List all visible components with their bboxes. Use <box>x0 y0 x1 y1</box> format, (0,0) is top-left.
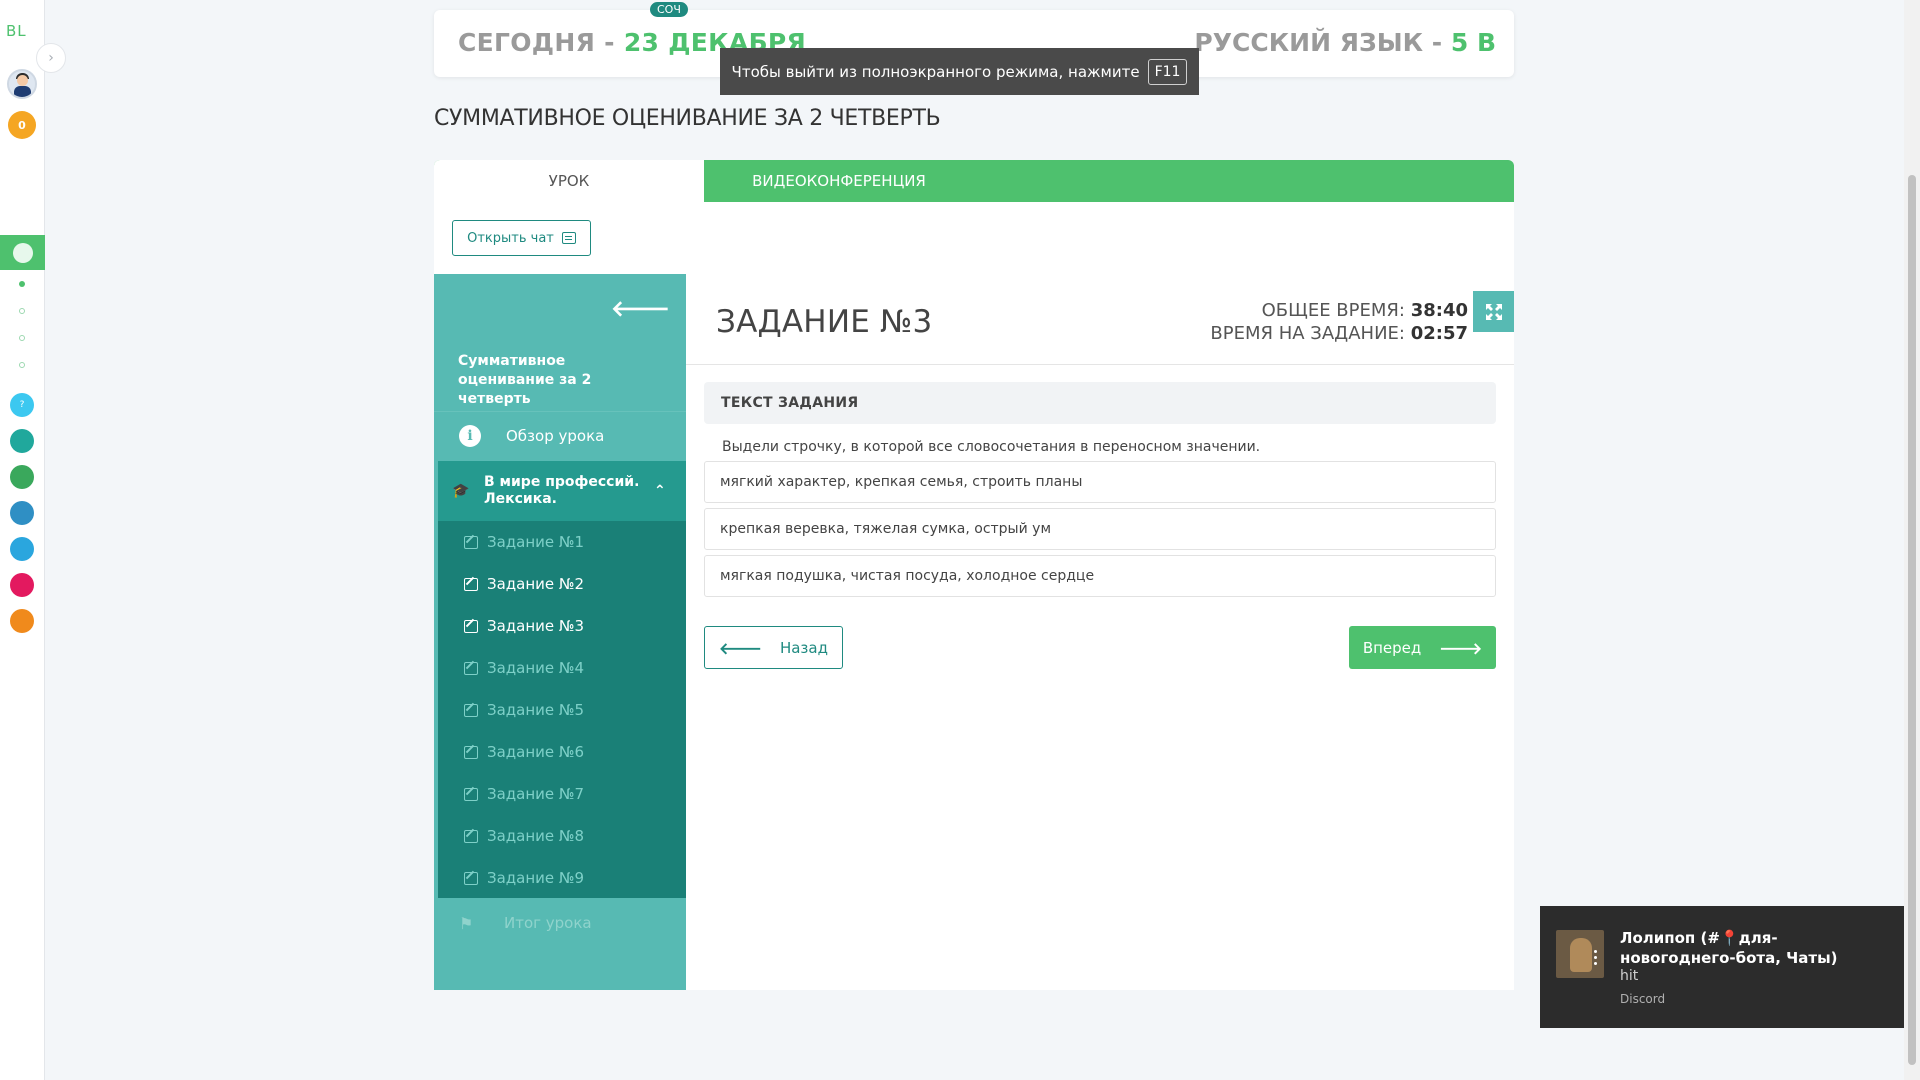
question-text: Выдели строчку, в которой все словосочет… <box>722 439 1261 455</box>
divider <box>686 364 1514 365</box>
total-time: ОБЩЕЕ ВРЕМЯ: 38:40 <box>1261 300 1468 321</box>
soch-badge: СОЧ <box>650 2 688 17</box>
next-button[interactable]: Вперед 🡒 <box>1349 626 1496 669</box>
app-logo: BL <box>6 22 27 40</box>
rail-dot-icon[interactable] <box>19 281 25 287</box>
task-time: ВРЕМЯ НА ЗАДАНИЕ: 02:57 <box>1210 323 1468 344</box>
rail-expand-button[interactable]: › <box>36 43 66 73</box>
course-title: Суммативное оценивание за 2 четверть <box>458 353 592 407</box>
next-label: Вперед <box>1362 638 1422 657</box>
twig-icon[interactable] <box>10 573 34 597</box>
open-chat-label: Открыть чат <box>467 230 554 246</box>
answer-option[interactable]: мягкий характер, крепкая семья, строить … <box>704 461 1496 503</box>
app-icon[interactable] <box>10 537 34 561</box>
arrow-right-icon: 🡒 <box>1439 638 1483 658</box>
notification-app: Discord <box>1620 992 1666 1006</box>
timers: ОБЩЕЕ ВРЕМЯ: 38:40 ВРЕМЯ НА ЗАДАНИЕ: 02:… <box>1210 299 1468 345</box>
edit-icon <box>464 703 478 717</box>
open-chat-button[interactable]: Открыть чат <box>452 220 591 256</box>
sidebar-item-summary[interactable]: ⚑ Итог урока <box>434 898 686 948</box>
rail-dot-icon[interactable] <box>19 335 25 341</box>
edit-icon <box>464 577 478 591</box>
rail-dot-icon[interactable] <box>19 308 25 314</box>
notification-title: Лолипоп (#📍для-новогоднего-бота, Чаты) <box>1620 929 1838 967</box>
edit-icon <box>464 829 478 843</box>
tab-lesson[interactable]: УРОК <box>434 160 704 202</box>
notification-message: hit <box>1620 968 1639 984</box>
fullscreen-toast: Чтобы выйти из полноэкранного режима, на… <box>720 48 1199 95</box>
task-list: Задание №1 Задание №2 Задание №3 Задание… <box>438 521 686 898</box>
edit-icon <box>464 745 478 759</box>
chat-icon <box>561 232 576 244</box>
arrow-left-icon: 🡐 <box>719 638 762 658</box>
sidebar-item-task-4[interactable]: Задание №4 <box>438 647 686 689</box>
tab-videoconference[interactable]: ВИДЕОКОНФЕРЕНЦИЯ <box>704 160 974 202</box>
sidebar-section-professions[interactable]: 🎓 В мире профессий. Лексика. ⌃ <box>438 461 686 521</box>
edit-icon <box>464 787 478 801</box>
graduation-cap-icon: 🎓 <box>452 483 470 499</box>
answer-option[interactable]: мягкая подушка, чистая посуда, холодное … <box>704 555 1496 597</box>
rail-item-lessons[interactable] <box>0 235 45 270</box>
edit-icon <box>464 535 478 549</box>
discord-notification[interactable]: Лолипоп (#📍для-новогоднего-бота, Чаты) h… <box>1540 906 1904 1028</box>
coins-badge[interactable]: 0 <box>8 111 36 139</box>
task-title: ЗАДАНИЕ №3 <box>716 304 933 340</box>
tab-bar: УРОК ВИДЕОКОНФЕРЕНЦИЯ <box>434 160 1514 202</box>
scrollbar-thumb[interactable] <box>1908 175 1916 1065</box>
summary-label: Итог урока <box>504 914 592 932</box>
app-icon[interactable] <box>10 501 34 525</box>
lesson-card: Открыть чат 🡐 Суммативное оценивание за … <box>434 202 1514 990</box>
sidebar-item-task-2[interactable]: Задание №2 <box>438 563 686 605</box>
expand-icon <box>1485 303 1502 320</box>
section-label: В мире профессий. Лексика. <box>484 474 640 507</box>
sidebar-item-task-7[interactable]: Задание №7 <box>438 773 686 815</box>
back-label: Назад <box>779 638 828 657</box>
edit-icon <box>464 619 478 633</box>
toast-key: F11 <box>1147 58 1188 85</box>
app-icon[interactable] <box>10 465 34 489</box>
fullscreen-button[interactable] <box>1473 291 1514 332</box>
page-title: СУММАТИВНОЕ ОЦЕНИВАНИЕ ЗА 2 ЧЕТВЕРТЬ <box>434 106 941 131</box>
app-icon[interactable] <box>10 429 34 453</box>
sidebar-item-task-8[interactable]: Задание №8 <box>438 815 686 857</box>
info-icon: i <box>459 424 481 447</box>
sidebar-item-task-3[interactable]: Задание №3 <box>438 605 686 647</box>
edit-icon <box>464 871 478 885</box>
edit-icon <box>464 661 478 675</box>
left-rail: BL › 0 ? <box>0 0 66 1080</box>
app-icon[interactable] <box>10 609 34 633</box>
sidebar-item-task-9[interactable]: Задание №9 <box>438 857 686 899</box>
answer-option[interactable]: крепкая веревка, тяжелая сумка, острый у… <box>704 508 1496 550</box>
rail-dot-icon[interactable] <box>19 362 25 368</box>
sidebar-item-overview[interactable]: i Обзор урока <box>434 411 686 459</box>
help-icon[interactable]: ? <box>10 393 34 417</box>
avatar[interactable] <box>7 69 37 99</box>
toast-text: Чтобы выйти из полноэкранного режима, на… <box>731 62 1140 81</box>
sidebar-item-task-1[interactable]: Задание №1 <box>438 521 686 563</box>
sidebar-item-task-6[interactable]: Задание №6 <box>438 731 686 773</box>
lesson-sidebar: 🡐 Суммативное оценивание за 2 четверть i… <box>434 274 686 990</box>
back-button[interactable]: 🡐 Назад <box>704 626 843 669</box>
subject-class: РУССКИЙ ЯЗЫК - 5 В <box>1194 28 1496 57</box>
lessons-icon <box>12 242 33 263</box>
scrollbar[interactable] <box>1904 0 1920 1080</box>
back-arrow-icon[interactable]: 🡐 <box>611 296 670 322</box>
task-text-header: ТЕКСТ ЗАДАНИЯ <box>704 382 1496 424</box>
notification-thumbnail <box>1556 930 1604 978</box>
flag-icon: ⚑ <box>459 913 474 933</box>
overview-label: Обзор урока <box>506 426 605 445</box>
chevron-up-icon: ⌃ <box>654 483 666 499</box>
sidebar-item-task-5[interactable]: Задание №5 <box>438 689 686 731</box>
